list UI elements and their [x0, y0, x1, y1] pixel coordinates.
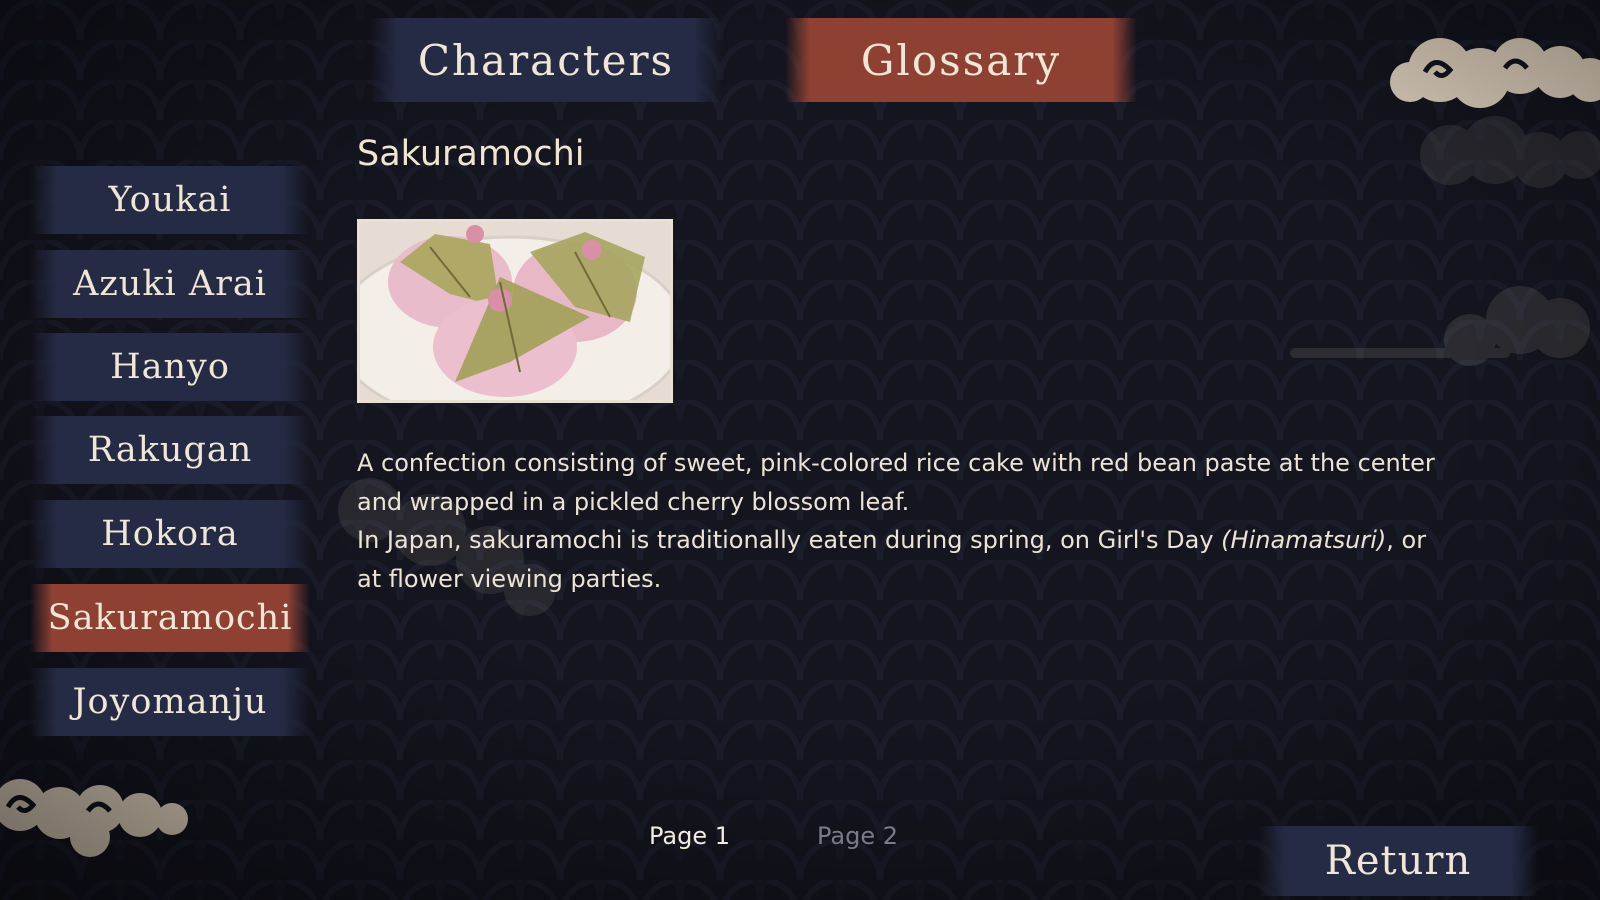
return-button-label: Return [1324, 838, 1472, 884]
entry-description: A confection consisting of sweet, pink-c… [357, 444, 1437, 598]
sidebar-item-label: Sakuramochi [47, 598, 293, 638]
sidebar-item-azuki-arai[interactable]: Azuki Arai [30, 250, 310, 318]
tab-characters-label: Characters [417, 35, 675, 85]
sidebar-item-sakuramochi[interactable]: Sakuramochi [30, 584, 310, 652]
sidebar-item-hanyo[interactable]: Hanyo [30, 333, 310, 401]
description-paragraph-1: A confection consisting of sweet, pink-c… [357, 449, 1435, 516]
sidebar-item-youkai[interactable]: Youkai [30, 166, 310, 234]
sidebar-item-label: Joyomanju [72, 682, 268, 722]
cloud-decoration-bottom-left [0, 779, 188, 857]
return-button[interactable]: Return [1258, 826, 1538, 896]
sidebar-item-rakugan[interactable]: Rakugan [30, 416, 310, 484]
page-2-link[interactable]: Page 2 [817, 822, 898, 850]
sidebar-item-label: Hanyo [110, 347, 230, 387]
page-1-link[interactable]: Page 1 [649, 822, 730, 850]
description-text: In Japan, sakuramochi is traditionally e… [357, 526, 1222, 554]
sidebar-item-joyomanju[interactable]: Joyomanju [30, 668, 310, 736]
description-italic-term: (Hinamatsuri) [1221, 526, 1387, 554]
sakuramochi-illustration [357, 219, 673, 403]
sidebar-item-label: Hokora [101, 514, 239, 554]
description-paragraph-2: In Japan, sakuramochi is traditionally e… [357, 521, 1437, 598]
sidebar-item-label: Rakugan [87, 430, 253, 470]
sakuramochi-icon [360, 222, 670, 400]
sidebar-item-hokora[interactable]: Hokora [30, 500, 310, 568]
tab-characters[interactable]: Characters [370, 18, 722, 102]
sidebar-item-label: Azuki Arai [73, 264, 267, 304]
cloud-shadow-mid-right [1290, 286, 1590, 366]
tab-glossary[interactable]: Glossary [785, 18, 1137, 102]
entry-title: Sakuramochi [357, 134, 585, 174]
cloud-shadow-right [1420, 116, 1600, 188]
tab-glossary-label: Glossary [860, 35, 1062, 85]
sidebar-item-label: Youkai [108, 180, 232, 220]
